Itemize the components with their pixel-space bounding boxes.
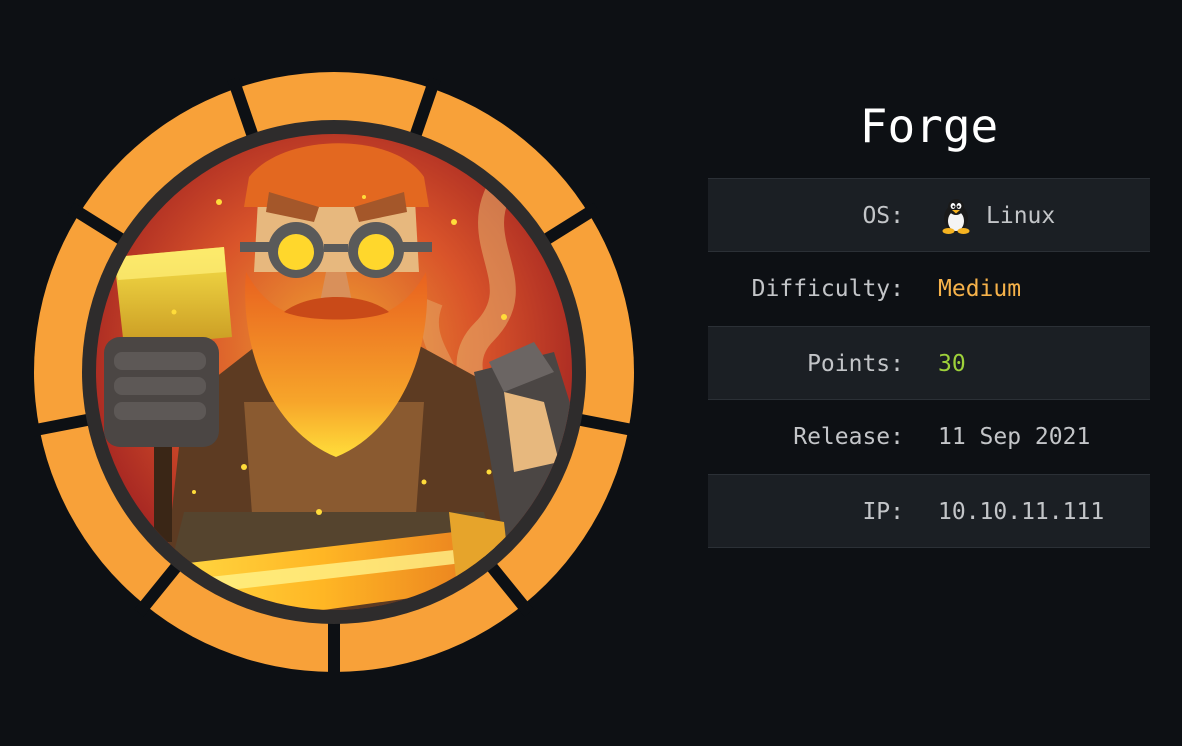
machine-info-table: OS: Linux Difficulty: Medium Points: 30 …: [708, 178, 1150, 548]
release-label: Release:: [793, 424, 904, 450]
info-row-ip: IP: 10.10.11.111: [708, 474, 1150, 548]
os-value-text: Linux: [986, 203, 1056, 229]
release-value: 11 Sep 2021: [938, 424, 1091, 450]
difficulty-value: Medium: [938, 276, 1022, 302]
linux-tux-icon: [942, 199, 970, 234]
forge-avatar-icon: [34, 72, 634, 672]
info-row-release: Release: 11 Sep 2021: [708, 400, 1150, 474]
difficulty-label: Difficulty:: [751, 276, 904, 302]
machine-title: Forge: [859, 99, 999, 153]
os-value: Linux: [940, 179, 1055, 253]
points-value: 30: [938, 351, 966, 377]
points-label: Points:: [807, 351, 904, 377]
info-row-os: OS: Linux: [708, 178, 1150, 252]
os-label: OS:: [862, 203, 904, 229]
ip-value: 10.10.11.111: [938, 499, 1105, 525]
info-row-difficulty: Difficulty: Medium: [708, 252, 1150, 326]
ip-label: IP:: [862, 499, 904, 525]
machine-info-card: Forge OS: Linux Difficulty: Medium Point…: [0, 0, 1182, 746]
info-row-points: Points: 30: [708, 326, 1150, 400]
